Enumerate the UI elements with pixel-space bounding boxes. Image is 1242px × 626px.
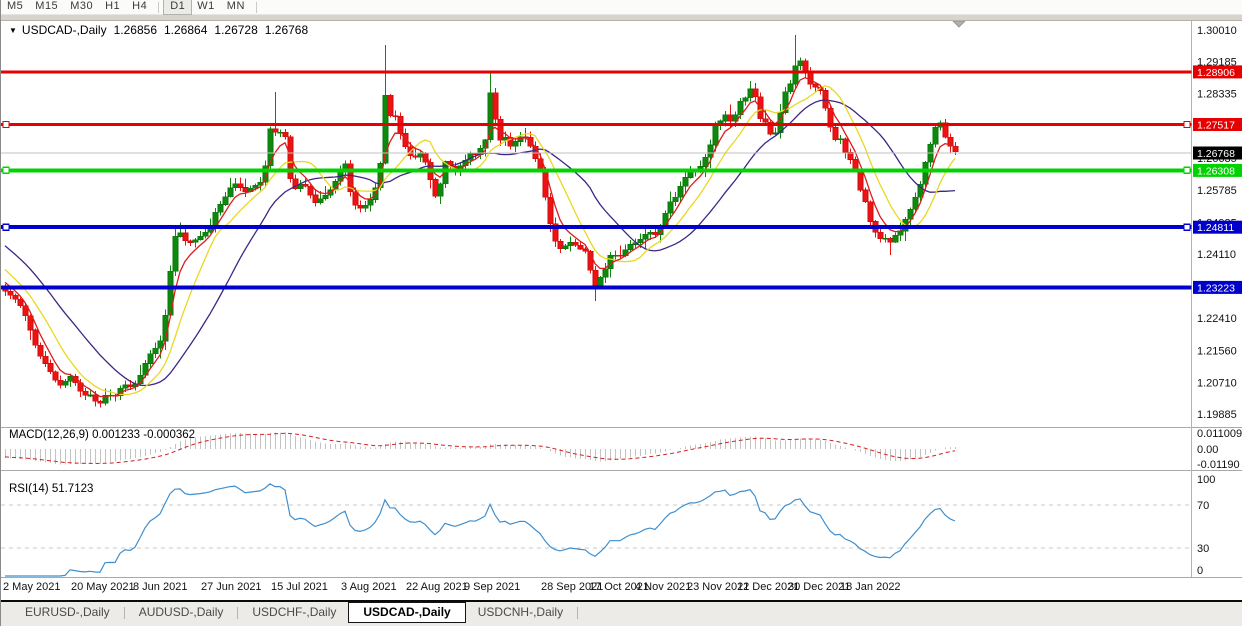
chart-tab-audusd[interactable]: AUDUSD-,Daily <box>127 603 236 622</box>
svg-text:0.011009: 0.011009 <box>1197 428 1242 440</box>
trading-platform-window: M5M15M30H1H4D1W1MN 1.300101.291851.28335… <box>0 0 1242 626</box>
timeframe-button-m15[interactable]: M15 <box>29 0 64 14</box>
chart-tab-usdchf[interactable]: USDCHF-,Daily <box>240 603 348 622</box>
line-handle-knob <box>3 122 9 128</box>
chart-tab-usdcnh[interactable]: USDCNH-,Daily <box>466 603 575 622</box>
svg-text:2 May 2021: 2 May 2021 <box>3 581 60 593</box>
timeframe-button-mn[interactable]: MN <box>221 0 251 14</box>
svg-text:9 Sep 2021: 9 Sep 2021 <box>464 581 520 593</box>
svg-text:8 Jun 2021: 8 Jun 2021 <box>133 581 187 593</box>
svg-text:1.26768: 1.26768 <box>1197 148 1235 160</box>
macd-label: MACD(12,26,9) 0.001233 -0.000362 <box>9 429 195 441</box>
svg-text:1.27517: 1.27517 <box>1197 120 1235 132</box>
svg-text:1.28906: 1.28906 <box>1197 67 1235 79</box>
toolbar-separator <box>256 2 257 13</box>
svg-text:1.23223: 1.23223 <box>1197 282 1235 294</box>
svg-text:1.24811: 1.24811 <box>1197 222 1234 234</box>
timeframe-toolbar: M5M15M30H1H4 D1W1MN <box>1 0 1242 15</box>
chart-tabs-bar: EURUSD-,DailyAUDUSD-,DailyUSDCHF-,DailyU… <box>1 600 1242 626</box>
timeframe-button-w1[interactable]: W1 <box>191 0 221 14</box>
toolbar-separator <box>158 2 159 13</box>
timeframe-button-h1[interactable]: H1 <box>99 0 126 14</box>
chart-title: ▼ USDCAD-,Daily 1.26856 1.26864 1.26728 1.267… <box>9 23 308 37</box>
line-handle-knob <box>1184 167 1190 173</box>
svg-text:-0.01190: -0.01190 <box>1197 459 1240 471</box>
svg-text:1.28335: 1.28335 <box>1197 89 1237 101</box>
chart-canvas[interactable]: 1.300101.291851.283351.266351.257851.249… <box>1 0 1242 626</box>
svg-text:100: 100 <box>1197 474 1215 486</box>
timeframe-button-h4[interactable]: H4 <box>126 0 153 14</box>
chart-tab-usdcad[interactable]: USDCAD-,Daily <box>348 602 465 623</box>
symbol-label: USDCAD-,Daily <box>22 23 107 37</box>
svg-text:18 Jan 2022: 18 Jan 2022 <box>840 581 901 593</box>
rsi-label: RSI(14) 51.7123 <box>9 483 93 495</box>
ohlc-low: 1.26728 <box>214 23 257 37</box>
line-handle-knob <box>1184 224 1190 230</box>
svg-text:1.25785: 1.25785 <box>1197 185 1237 197</box>
svg-text:30: 30 <box>1197 543 1209 555</box>
svg-text:0.00: 0.00 <box>1197 444 1218 456</box>
tab-separator <box>124 607 125 619</box>
chevron-down-icon[interactable]: ▼ <box>9 26 17 35</box>
ohlc-high: 1.26864 <box>164 23 207 37</box>
svg-text:1.21560: 1.21560 <box>1197 346 1237 358</box>
line-handle-knob <box>3 224 9 230</box>
chart-horizontal-scrollband[interactable] <box>1 14 1242 21</box>
svg-text:1.22410: 1.22410 <box>1197 313 1237 325</box>
time-axis: 2 May 2021 20 May 20218 Jun 2021 27 Jun 20… <box>3 581 901 593</box>
svg-text:3 Aug 2021: 3 Aug 2021 <box>341 581 397 593</box>
tab-separator <box>577 607 578 619</box>
timeframe-button-m5[interactable]: M5 <box>1 0 29 14</box>
tab-separator <box>237 607 238 619</box>
svg-text:20 May 2021: 20 May 2021 <box>71 581 135 593</box>
svg-text:15 Jul 2021: 15 Jul 2021 <box>271 581 328 593</box>
svg-text:27 Jun 2021: 27 Jun 2021 <box>201 581 262 593</box>
ohlc-close: 1.26768 <box>265 23 308 37</box>
timeframe-button-m30[interactable]: M30 <box>64 0 99 14</box>
line-handle-knob <box>1184 122 1190 128</box>
chart-tab-eurusd[interactable]: EURUSD-,Daily <box>13 603 122 622</box>
svg-text:70: 70 <box>1197 500 1209 512</box>
line-handle-knob <box>3 167 9 173</box>
svg-text:22 Aug 2021: 22 Aug 2021 <box>406 581 468 593</box>
svg-text:1.26308: 1.26308 <box>1197 165 1235 177</box>
svg-text:0: 0 <box>1197 565 1203 577</box>
svg-text:1.30010: 1.30010 <box>1197 25 1237 37</box>
svg-text:1.20710: 1.20710 <box>1197 378 1237 390</box>
ohlc-open: 1.26856 <box>114 23 157 37</box>
svg-text:4 Nov 2021: 4 Nov 2021 <box>635 581 691 593</box>
svg-text:1.19885: 1.19885 <box>1197 409 1237 421</box>
timeframe-button-d1[interactable]: D1 <box>164 0 191 14</box>
svg-text:1.24110: 1.24110 <box>1197 249 1236 261</box>
